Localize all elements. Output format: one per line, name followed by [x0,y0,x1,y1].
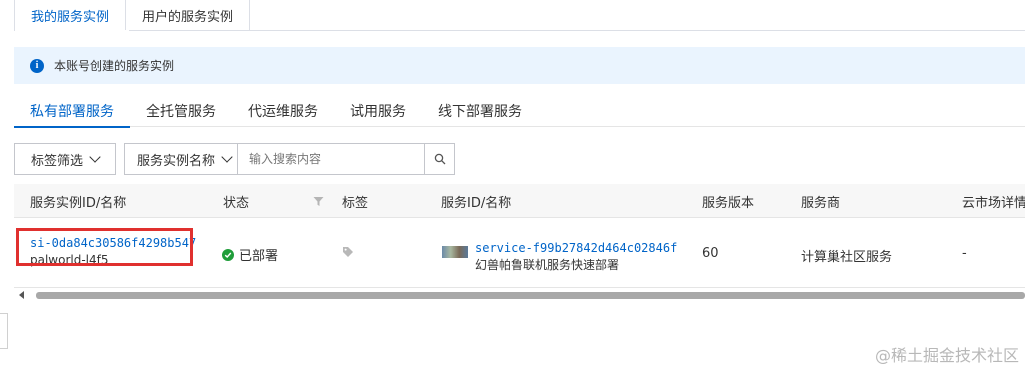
instance-scope-tabs: 我的服务实例 用户的服务实例 [14,0,251,31]
col-version: 服务版本 [702,195,755,211]
scroll-left-arrow-icon[interactable] [19,291,24,299]
edit-tags-button[interactable] [342,246,354,262]
scrollbar-thumb[interactable] [36,292,1025,299]
tab-my-instances[interactable]: 我的服务实例 [14,0,127,31]
tabs-divider [14,30,1025,31]
tag-filter-dropdown[interactable]: 标签筛选 [14,143,116,175]
search-field-label: 服务实例名称 [137,153,216,169]
instance-table: 服务实例ID/名称 状态 标签 服务ID/名称 服务版本 服务商 云市场详情 s… [14,184,1025,288]
search-group: 服务实例名称 [124,143,455,175]
search-input[interactable] [238,144,424,174]
watermark: @稀土掘金技术社区 [874,346,1019,365]
col-market-detail: 云市场详情 [962,195,1025,211]
horizontal-scrollbar[interactable] [14,291,1025,301]
info-banner: i 本账号创建的服务实例 [14,47,1025,84]
status-text: 已部署 [239,249,279,264]
service-id-link[interactable]: service-f99b27842d464c02846f [475,240,677,257]
col-tags: 标签 [342,195,369,211]
tab-offline-deploy[interactable]: 线下部署服务 [422,94,538,127]
tab-user-instances[interactable]: 用户的服务实例 [126,0,251,31]
highlight-box [16,228,193,266]
search-button[interactable] [424,144,454,174]
tab-fully-managed[interactable]: 全托管服务 [130,94,232,127]
chevron-down-icon [89,150,101,163]
col-instance: 服务实例ID/名称 [30,195,127,211]
tab-trial[interactable]: 试用服务 [334,94,422,127]
service-version: 60 [702,246,719,261]
col-status: 状态 [223,195,250,211]
side-collapse-handle[interactable] [0,313,8,349]
service-provider: 计算巢社区服务 [801,250,893,265]
col-service: 服务ID/名称 [441,195,512,211]
service-thumbnail [442,246,468,258]
service-type-tabs: 私有部署服务 全托管服务 代运维服务 试用服务 线下部署服务 [14,94,1025,128]
info-banner-text: 本账号创建的服务实例 [54,59,175,73]
market-detail: - [962,246,967,261]
col-provider: 服务商 [801,195,841,211]
tag-filter-label: 标签筛选 [31,153,84,169]
tab-managed-ops[interactable]: 代运维服务 [232,94,334,127]
chevron-down-icon [221,150,233,163]
service-name: 幻兽帕鲁联机服务快速部署 [475,258,620,272]
success-check-icon [222,248,234,261]
tag-icon [343,247,353,257]
filter-icon [313,196,324,206]
status-filter-button[interactable] [313,184,324,218]
table-header: 服务实例ID/名称 状态 标签 服务ID/名称 服务版本 服务商 云市场详情 [14,184,1025,218]
info-icon: i [30,58,44,73]
search-icon [434,153,445,165]
tab-private-deploy[interactable]: 私有部署服务 [14,94,130,128]
search-field-select[interactable]: 服务实例名称 [125,144,238,174]
table-row: si-0da84c30586f4298b547 palworld-l4f5 已部… [14,218,1025,288]
